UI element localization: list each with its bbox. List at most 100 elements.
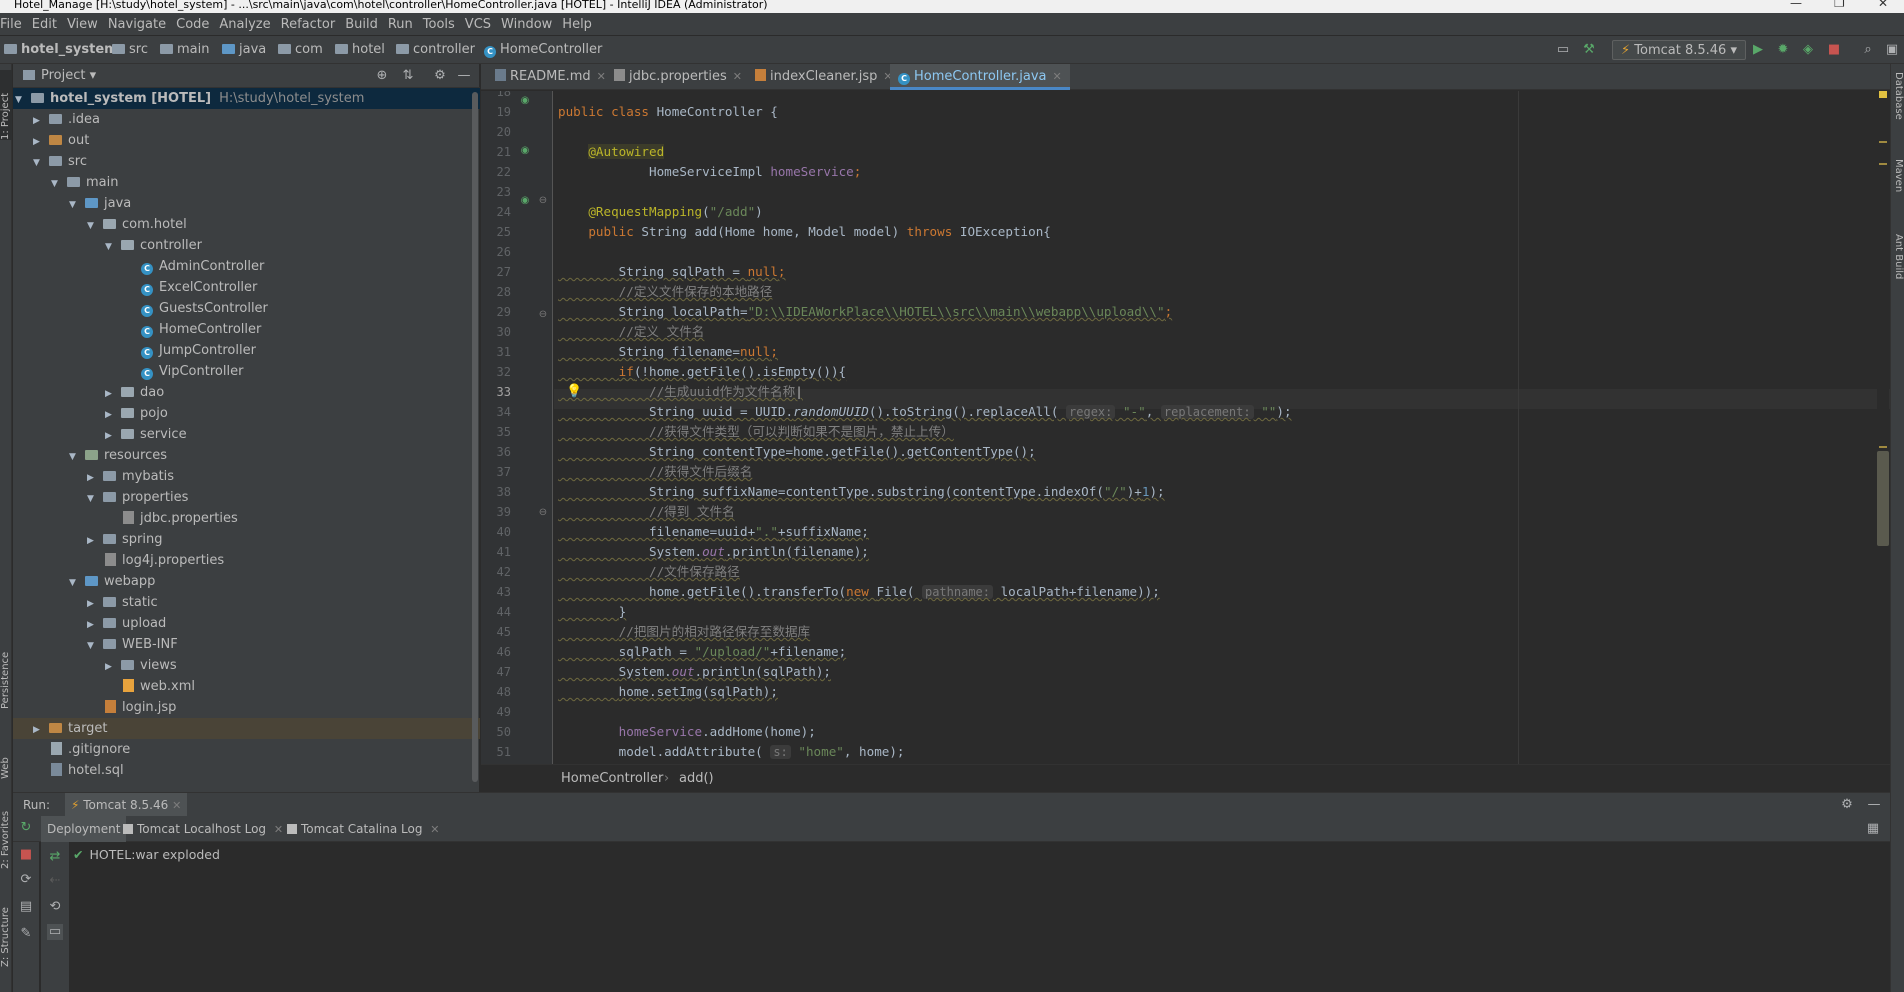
- ant-build-tool-button[interactable]: Ant Build: [1892, 234, 1904, 304]
- debug-icon[interactable]: ✹: [1775, 42, 1791, 58]
- coverage-icon[interactable]: ◈: [1800, 42, 1816, 58]
- fold-icon[interactable]: ⊖: [537, 507, 549, 519]
- menu-refactor[interactable]: Refactor: [276, 13, 341, 36]
- close-tab-icon[interactable]: ✕: [597, 70, 606, 83]
- tree-item-target[interactable]: ▶ target: [13, 718, 480, 739]
- close-tab-icon[interactable]: ✕: [172, 799, 181, 812]
- close-tab-icon[interactable]: ✕: [430, 823, 439, 836]
- code-editor[interactable]: 18 19 20 21 22 23 24 25 26 27 28 29 30 3…: [481, 91, 1890, 764]
- breadcrumb-method[interactable]: add(): [679, 765, 714, 792]
- tree-item-homecontroller[interactable]: C HomeController: [13, 319, 480, 340]
- tree-item-resources[interactable]: ▼ resources: [13, 445, 480, 466]
- deployment-item[interactable]: ✔ HOTEL:war exploded: [73, 846, 220, 864]
- deploy-icon[interactable]: ⇄: [47, 849, 63, 865]
- tree-item-hotel-sql[interactable]: hotel.sql: [13, 760, 480, 781]
- run-config-select[interactable]: ⚡ Tomcat 8.5.46 ▾: [1612, 40, 1746, 60]
- tree-item-idea[interactable]: ▶ .idea: [13, 109, 480, 130]
- tab-indexcleaner-jsp[interactable]: indexCleaner.jsp ✕: [747, 64, 901, 90]
- stop-icon[interactable]: ■: [18, 847, 34, 863]
- tree-item-guestscontroller[interactable]: C GuestsController: [13, 298, 480, 319]
- warning-mark[interactable]: [1879, 446, 1887, 448]
- tree-item-out[interactable]: ▶ out: [13, 130, 480, 151]
- build-hammer-icon[interactable]: ⚒: [1581, 42, 1597, 58]
- collapse-all-icon[interactable]: ⇅: [400, 68, 416, 84]
- tree-item-com-hotel[interactable]: ▼ com.hotel: [13, 214, 480, 235]
- project-tool-button[interactable]: 1: Project: [0, 70, 12, 140]
- web-tool-button[interactable]: Web: [0, 739, 12, 779]
- tree-item-web-xml[interactable]: web.xml: [13, 676, 480, 697]
- tree-item-upload[interactable]: ▶ upload: [13, 613, 480, 634]
- fold-icon[interactable]: ⊖: [537, 309, 549, 321]
- mapping-gutter-icon[interactable]: ◉: [519, 195, 531, 207]
- tab-homecontroller-java[interactable]: C HomeController.java ✕: [890, 64, 1070, 90]
- tree-item-src[interactable]: ▼ src: [13, 151, 480, 172]
- menu-vcs[interactable]: VCS: [460, 13, 496, 36]
- menu-help[interactable]: Help: [557, 13, 597, 36]
- error-stripe[interactable]: [1877, 91, 1889, 764]
- menu-file[interactable]: File: [0, 13, 27, 36]
- tree-item-main[interactable]: ▼ main: [13, 172, 480, 193]
- crumb-project[interactable]: hotel_system: [4, 36, 118, 64]
- tree-item-log4j-properties[interactable]: log4j.properties: [13, 550, 480, 571]
- close-tab-icon[interactable]: ✕: [1053, 70, 1062, 83]
- tab-tomcat-localhost-log[interactable]: Tomcat Localhost Log ✕: [117, 816, 289, 842]
- hide-icon[interactable]: —: [1866, 797, 1882, 813]
- undeploy-icon[interactable]: ⇠: [47, 873, 63, 889]
- warning-mark[interactable]: [1879, 163, 1887, 165]
- tree-item-mybatis[interactable]: ▶ mybatis: [13, 466, 480, 487]
- tree-item-web-inf[interactable]: ▼ WEB-INF: [13, 634, 480, 655]
- menu-view[interactable]: View: [62, 13, 103, 36]
- run-icon[interactable]: ▶: [1750, 42, 1766, 58]
- project-view-select[interactable]: Project ▾: [23, 64, 96, 88]
- layout-icon[interactable]: ▦: [1865, 821, 1881, 837]
- maven-tool-button[interactable]: Maven: [1892, 159, 1904, 209]
- tree-item-login-jsp[interactable]: login.jsp: [13, 697, 480, 718]
- tree-item-hotel-system[interactable]: ▼ hotel_system [HOTEL] H:\study\hotel_syst…: [13, 88, 480, 109]
- menu-navigate[interactable]: Navigate: [103, 13, 171, 36]
- structure-tool-button[interactable]: Z: Structure: [0, 897, 12, 967]
- tab-jdbc-properties[interactable]: jdbc.properties ✕: [606, 64, 750, 90]
- database-tool-button[interactable]: Database: [1892, 72, 1904, 132]
- gear-icon[interactable]: ⚙: [1839, 797, 1855, 813]
- tree-item-gitignore[interactable]: .gitignore: [13, 739, 480, 760]
- tree-item-dao[interactable]: ▶ dao: [13, 382, 480, 403]
- editor-scroll-thumb[interactable]: [1877, 451, 1889, 546]
- tree-item-webapp[interactable]: ▼ webapp: [13, 571, 480, 592]
- tab-deployment[interactable]: Deployment: [41, 816, 127, 842]
- locate-icon[interactable]: ⊕: [374, 68, 390, 84]
- tree-item-jumpcontroller[interactable]: C JumpController: [13, 340, 480, 361]
- project-structure-icon[interactable]: ▭: [1555, 42, 1571, 58]
- crumb-controller[interactable]: controller: [396, 36, 475, 64]
- close-tab-icon[interactable]: ✕: [733, 70, 742, 83]
- project-scrollbar[interactable]: [472, 92, 478, 782]
- tree-item-views[interactable]: ▶ views: [13, 655, 480, 676]
- crumb-com[interactable]: com: [278, 36, 323, 64]
- layout-icon[interactable]: ▤: [18, 899, 34, 915]
- restore-icon[interactable]: ❐: [1834, 0, 1845, 9]
- run-config-tab[interactable]: ⚡ Tomcat 8.5.46 ✕: [65, 793, 188, 817]
- tree-item-jdbc-properties[interactable]: jdbc.properties: [13, 508, 480, 529]
- warning-mark[interactable]: [1879, 141, 1887, 143]
- layout-icon[interactable]: ▣: [1884, 42, 1900, 58]
- menu-window[interactable]: Window: [496, 13, 557, 36]
- crumb-src[interactable]: src: [112, 36, 148, 64]
- tree-item-pojo[interactable]: ▶ pojo: [13, 403, 480, 424]
- rerun-icon[interactable]: ↻: [18, 820, 34, 836]
- crumb-main[interactable]: main: [160, 36, 209, 64]
- tree-item-vipcontroller[interactable]: C VipController: [13, 361, 480, 382]
- warning-indicator[interactable]: [1879, 91, 1887, 98]
- favorites-tool-button[interactable]: 2: Favorites: [0, 799, 12, 869]
- crumb-homecontroller[interactable]: C HomeController: [484, 36, 602, 64]
- tab-readme[interactable]: README.md ✕: [487, 64, 614, 90]
- tree-item-controller[interactable]: ▼ controller: [13, 235, 480, 256]
- close-icon[interactable]: ✕: [1878, 0, 1888, 9]
- menu-build[interactable]: Build: [340, 13, 383, 36]
- hide-icon[interactable]: —: [456, 68, 472, 84]
- fold-icon[interactable]: ⊖: [537, 195, 549, 207]
- tree-item-service[interactable]: ▶ service: [13, 424, 480, 445]
- tree-item-excelcontroller[interactable]: C ExcelController: [13, 277, 480, 298]
- menu-run[interactable]: Run: [383, 13, 418, 36]
- bean-gutter-icon[interactable]: ◉: [519, 95, 531, 107]
- gear-icon[interactable]: ⚙: [432, 68, 448, 84]
- search-icon[interactable]: ⌕: [1860, 42, 1876, 58]
